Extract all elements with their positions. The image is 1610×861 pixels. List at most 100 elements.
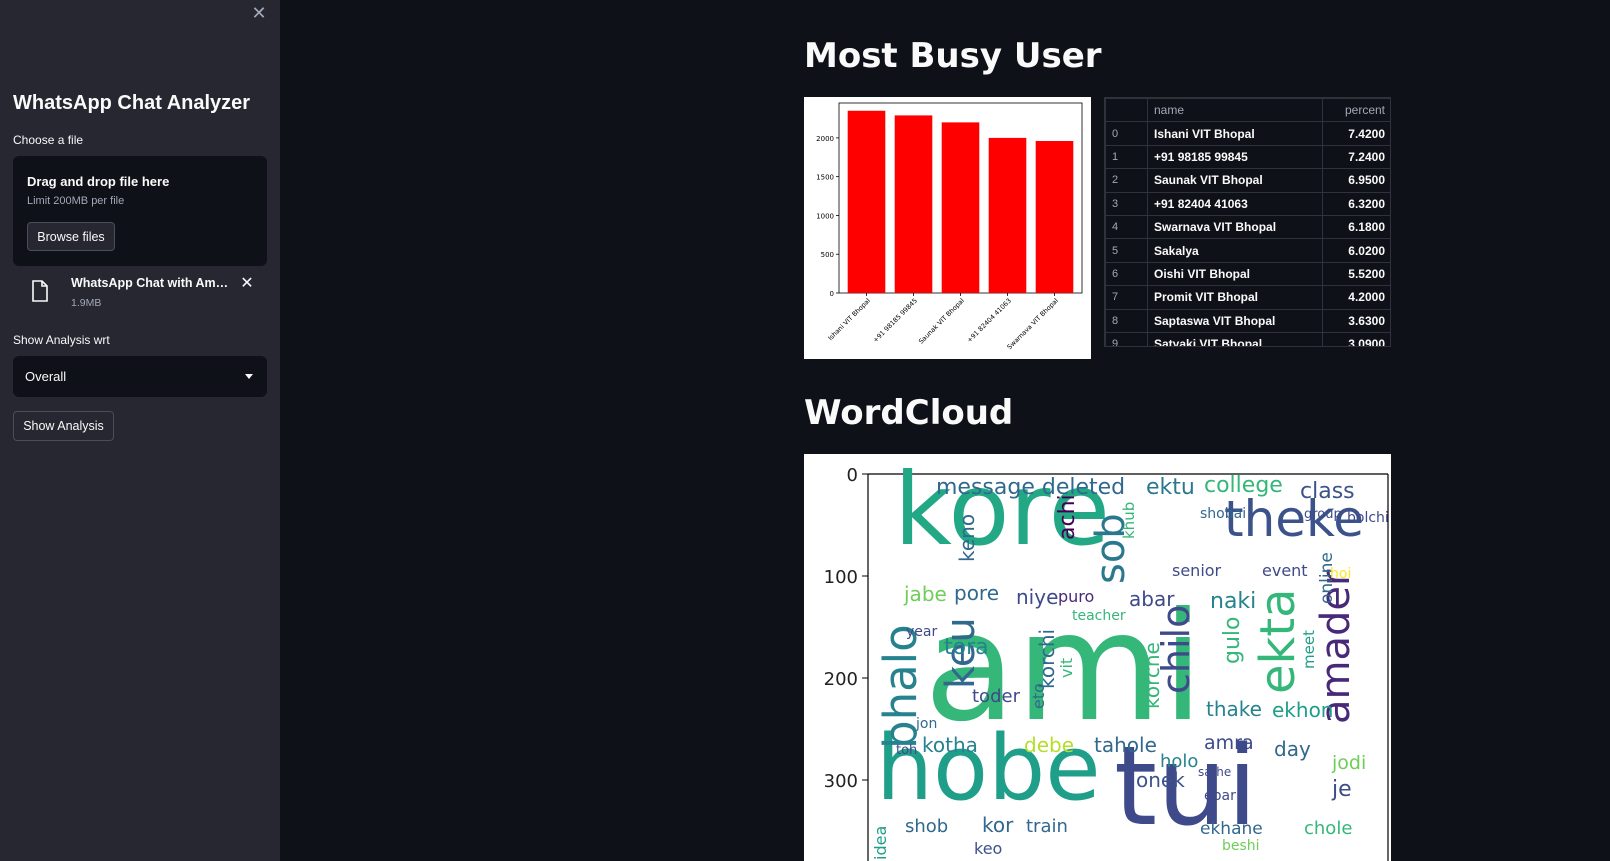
wordcloud-word: eto: [1029, 683, 1048, 709]
file-size: 1.9MB: [71, 297, 102, 309]
x-tick-label: Saunak VIT Bhopal: [917, 297, 966, 346]
wordcloud-word: tora: [944, 635, 989, 660]
browse-files-button[interactable]: Browse files: [27, 222, 115, 251]
wordcloud-word: college: [1204, 473, 1283, 498]
dropzone-limit: Limit 200MB per file: [27, 195, 125, 207]
wordcloud-svg: 0100200300amikorehobe tuithekeekta amaderb…: [824, 454, 1389, 861]
busy-user-bar-chart: 0 500 1000 1500 2000 Ishani VIT Bhopal +91 981…: [804, 97, 1091, 359]
percent-cell: 6.1800: [1322, 214, 1390, 240]
user-name-cell: Satyaki VIT Bhopal: [1147, 331, 1323, 346]
sidebar: ✕ WhatsApp Chat Analyzer Choose a file D…: [0, 0, 280, 861]
table-row[interactable]: 6 Oishi VIT Bhopal 5.5200: [1105, 261, 1390, 287]
user-name-cell: Ishani VIT Bhopal: [1147, 121, 1323, 146]
x-tick-label: Ishani VIT Bhopal: [826, 297, 872, 343]
wordcloud-word: jabe: [903, 582, 947, 606]
table-row[interactable]: 7 Promit VIT Bhopal 4.2000: [1105, 285, 1390, 310]
bar: [894, 115, 933, 293]
wordcloud-word: pore: [954, 581, 999, 605]
wordcloud-word: hoi: [1330, 566, 1351, 582]
row-index: 2: [1105, 168, 1148, 193]
y-tick-label: 0: [847, 465, 858, 486]
wordcloud-word: meet: [1300, 630, 1318, 669]
show-analysis-button[interactable]: Show Analysis: [13, 411, 114, 441]
dropzone-title: Drag and drop file here: [27, 174, 170, 189]
user-name-cell: Promit VIT Bhopal: [1147, 285, 1323, 310]
table-row[interactable]: 8 Saptaswa VIT Bhopal 3.6300: [1105, 308, 1390, 333]
percent-cell: 5.5200: [1322, 261, 1390, 287]
wordcloud-word: thake: [1206, 697, 1262, 721]
table-row[interactable]: 9 Satyaki VIT Bhopal 3.0900: [1105, 331, 1390, 346]
app-title: WhatsApp Chat Analyzer: [13, 92, 251, 114]
remove-file-icon[interactable]: ✕: [237, 274, 257, 294]
column-header[interactable]: percent: [1322, 98, 1390, 123]
table-row[interactable]: 1 +91 98185 99845 7.2400: [1105, 144, 1390, 170]
wordcloud-word: niye: [1016, 585, 1058, 609]
column-header: [1105, 98, 1148, 123]
y-tick-label: 300: [824, 771, 858, 792]
wordcloud-word: amra: [1204, 732, 1254, 754]
bar: [941, 122, 980, 293]
y-tick-label: 100: [824, 567, 858, 588]
wordcloud-image: 0 100 200 300 ami kore hobe tui theke ekta amader b…: [804, 454, 1391, 861]
x-tick-label: +91 82404 41063: [965, 297, 1013, 345]
x-tick-label: +91 98185 99845: [871, 297, 919, 345]
wordcloud-word: keo: [974, 839, 1002, 858]
table-row[interactable]: 3 +91 82404 41063 6.3200: [1105, 191, 1390, 216]
wordcloud-word: korche: [1140, 642, 1164, 709]
wordcloud-word: toh: [896, 743, 917, 758]
wordcloud-word: message deleted: [936, 475, 1125, 500]
close-icon[interactable]: ✕: [250, 4, 268, 22]
row-index: 4: [1105, 214, 1148, 240]
file-name: WhatsApp Chat with Amra ...: [71, 276, 233, 290]
y-tick-label: 2000: [816, 135, 834, 143]
wordcloud-word: debe: [1024, 733, 1074, 757]
wordcloud-word: sathe: [1198, 765, 1231, 779]
y-tick-label: 1000: [816, 212, 834, 220]
file-icon: [32, 280, 48, 302]
wordcloud-word: shob: [905, 816, 948, 837]
column-header[interactable]: name: [1147, 98, 1323, 123]
wordcloud-word: group: [1304, 507, 1342, 522]
x-tick-label: Swarnava VIT Bhopal: [1006, 297, 1060, 351]
wordcloud-word: beshi: [1222, 838, 1260, 854]
choose-file-label: Choose a file: [13, 133, 84, 147]
wordcloud-word: ekhon: [1272, 698, 1333, 722]
most-busy-user-heading: Most Busy User: [804, 36, 1102, 76]
user-name-cell: Sakalya: [1147, 238, 1323, 263]
table-row[interactable]: 0 Ishani VIT Bhopal 7.4200: [1105, 121, 1390, 146]
user-select-value: Overall: [25, 369, 67, 384]
wordcloud-word: jodi: [1331, 752, 1366, 774]
y-tick-label: 500: [821, 251, 834, 259]
wordcloud-word: puro: [1058, 587, 1094, 606]
wordcloud-word: je: [1331, 777, 1352, 802]
user-name-cell: Saunak VIT Bhopal: [1147, 168, 1323, 193]
wordcloud-word: teacher: [1072, 608, 1126, 624]
table-header-row: name percent: [1105, 98, 1390, 123]
wordcloud-word: bolchi: [1347, 510, 1389, 526]
wordcloud-word: vit: [1057, 658, 1076, 678]
row-index: 8: [1105, 308, 1148, 333]
row-index: 0: [1105, 121, 1148, 146]
percent-cell: 4.2000: [1322, 285, 1390, 310]
file-dropzone[interactable]: Drag and drop file here Limit 200MB per …: [13, 156, 267, 266]
wordcloud-word: jon: [915, 716, 937, 732]
user-name-cell: +91 98185 99845: [1147, 144, 1323, 170]
wordcloud-word: ebar: [1204, 788, 1236, 804]
wordcloud-word: achi: [1055, 494, 1080, 540]
user-select[interactable]: Overall: [13, 356, 267, 397]
wordcloud-word: ekhane: [1200, 819, 1263, 839]
table-row[interactable]: 4 Swarnava VIT Bhopal 6.1800: [1105, 214, 1390, 240]
table-row[interactable]: 2 Saunak VIT Bhopal 6.9500: [1105, 168, 1390, 193]
percent-cell: 7.4200: [1322, 121, 1390, 146]
busy-user-table[interactable]: name percent 0 Ishani VIT Bhopal 7.4200 1 +9…: [1104, 97, 1391, 347]
wordcloud-word: ekta: [1250, 588, 1306, 694]
row-index: 5: [1105, 238, 1148, 263]
wordcloud-word: khub: [1120, 502, 1138, 539]
wordcloud-word: idea: [871, 826, 890, 860]
wordcloud-word: year: [906, 624, 937, 640]
bar-chart-svg: 0 500 1000 1500 2000 Ishani VIT Bhopal +91 981…: [816, 102, 1083, 351]
table-row[interactable]: 5 Sakalya 6.0200: [1105, 238, 1390, 263]
wordcloud-word: class: [1300, 479, 1355, 504]
wordcloud-word: shobai: [1200, 506, 1246, 522]
wordcloud-heading: WordCloud: [804, 393, 1014, 433]
